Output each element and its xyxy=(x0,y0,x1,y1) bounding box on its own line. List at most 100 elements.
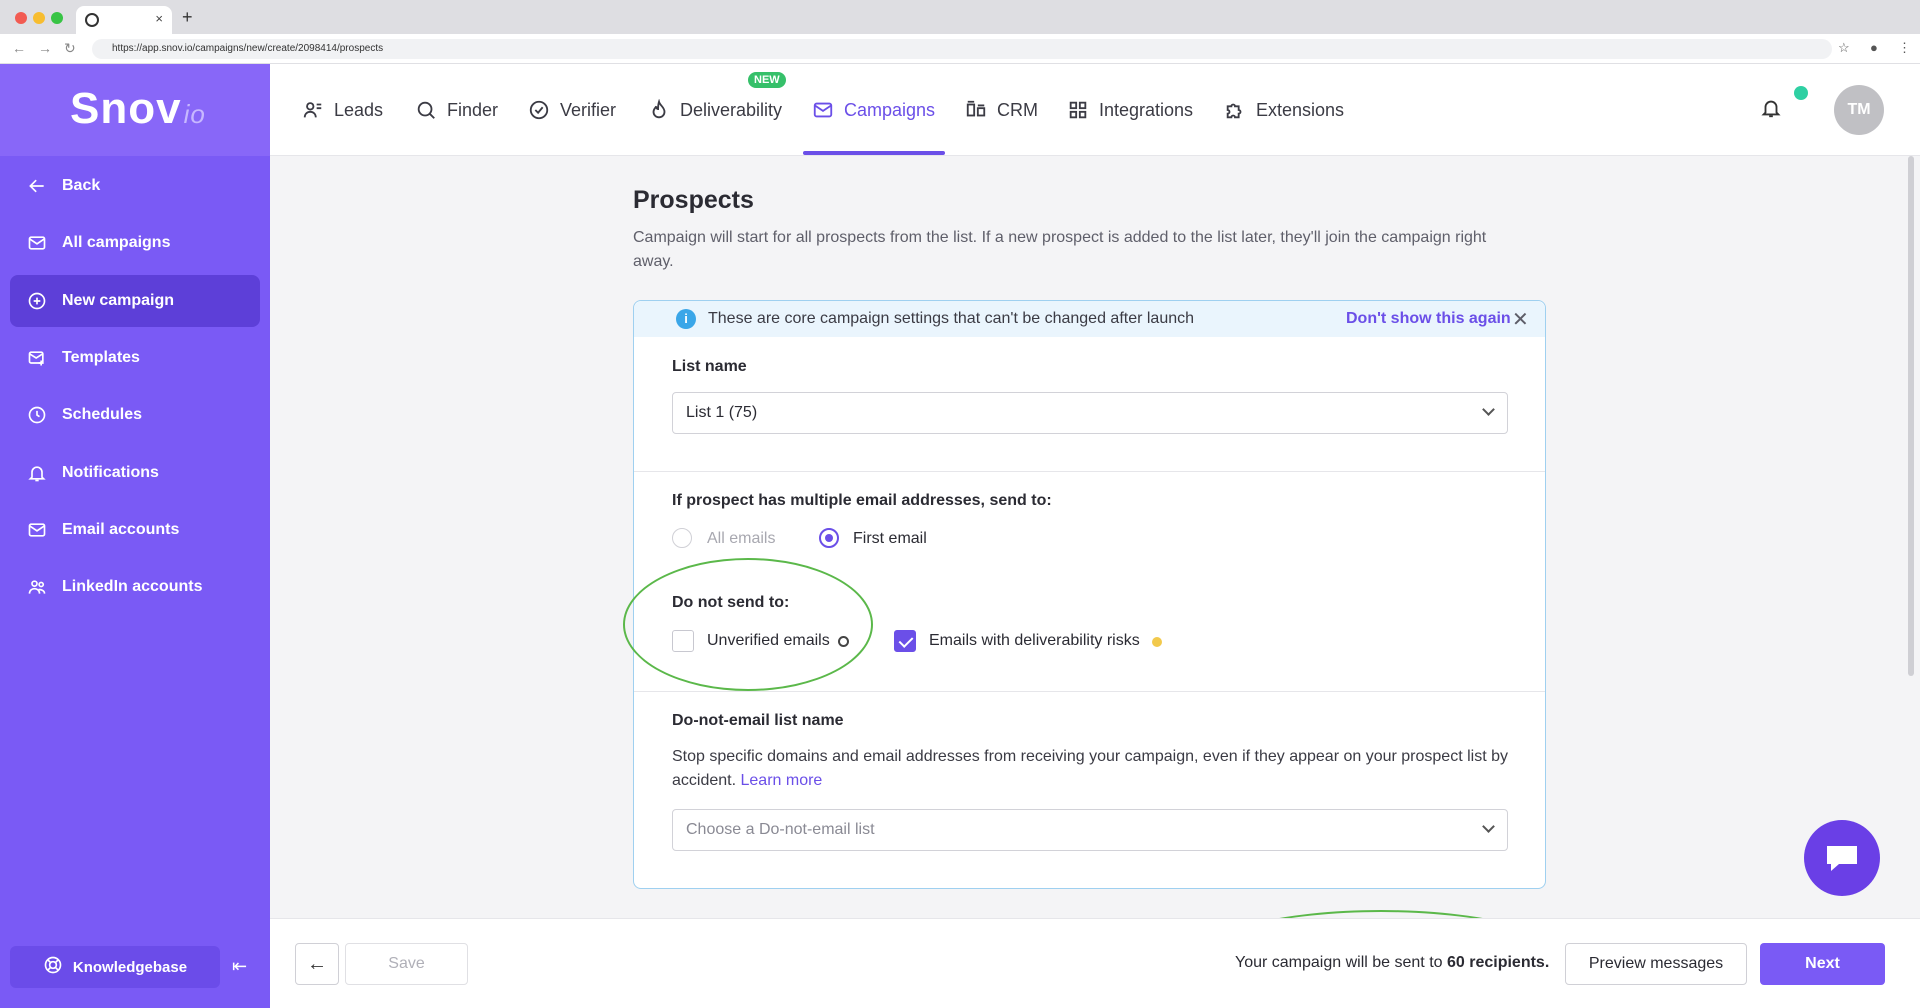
risk-status-dot xyxy=(1152,637,1162,647)
browser-tab[interactable]: × xyxy=(76,6,172,34)
active-tab-indicator xyxy=(803,151,945,155)
all-emails-label: All emails xyxy=(707,530,776,547)
next-button[interactable]: Next xyxy=(1760,943,1885,985)
nav-label: Deliverability xyxy=(680,99,783,120)
back-button[interactable]: ← xyxy=(295,943,339,985)
users-icon xyxy=(26,576,48,598)
puzzle-icon xyxy=(1226,103,1242,119)
dne-placeholder: Choose a Do-not-email list xyxy=(686,821,875,838)
recipients-summary: Your campaign will be sent to 60 recipie… xyxy=(1235,954,1550,971)
divider xyxy=(634,691,1545,692)
learn-more-link[interactable]: Learn more xyxy=(741,772,823,789)
favicon-icon xyxy=(85,13,99,27)
leads-icon xyxy=(303,102,322,118)
page-title: Prospects xyxy=(633,186,754,214)
search-icon xyxy=(417,101,435,119)
preview-messages-button[interactable]: Preview messages xyxy=(1565,943,1747,985)
nav-verifier[interactable]: Verifier xyxy=(528,64,616,156)
nav-label: CRM xyxy=(997,99,1038,120)
nav-crm[interactable]: CRM xyxy=(965,64,1038,156)
info-icon: i xyxy=(676,309,696,329)
all-emails-radio[interactable] xyxy=(672,528,692,548)
nav-label: Integrations xyxy=(1099,99,1194,120)
lifebuoy-icon xyxy=(43,955,63,979)
deliverability-risks-label: Emails with deliverability risks xyxy=(929,632,1140,649)
bell-icon xyxy=(26,462,48,484)
minimize-window-button[interactable] xyxy=(33,12,45,24)
mail-icon xyxy=(813,102,833,118)
sidebar-item-label: Schedules xyxy=(62,406,143,423)
nav-label: Finder xyxy=(447,99,499,120)
nav-campaigns[interactable]: Campaigns xyxy=(812,64,935,156)
collapse-sidebar-icon[interactable]: ⇤ xyxy=(232,956,247,977)
reload-icon[interactable]: ↻ xyxy=(64,40,76,57)
chat-widget-button[interactable] xyxy=(1804,820,1880,896)
mail-icon xyxy=(26,232,48,254)
sidebar-item-email-accounts[interactable]: Email accounts xyxy=(10,504,260,556)
sidebar-item-label: New campaign xyxy=(62,292,175,309)
first-email-radio[interactable] xyxy=(819,528,839,548)
sidebar-item-label: Notifications xyxy=(62,464,159,481)
flame-icon xyxy=(652,99,666,119)
sidebar-item-back[interactable]: Back xyxy=(10,160,260,212)
avatar[interactable]: TM xyxy=(1834,85,1884,135)
address-bar-row: ← → ↻ https://app.snov.io/campaigns/new/… xyxy=(0,34,1920,64)
notification-dot xyxy=(1794,86,1808,100)
browser-tab-bar: × + xyxy=(0,0,1920,34)
browser-back-icon[interactable]: ← xyxy=(12,40,26,56)
crm-icon xyxy=(966,100,986,117)
close-window-button[interactable] xyxy=(15,12,27,24)
url-field[interactable]: https://app.snov.io/campaigns/new/create… xyxy=(92,39,1832,59)
arrow-left-icon: ← xyxy=(307,952,327,975)
dont-show-again-link[interactable]: Don't show this again xyxy=(1346,310,1511,328)
browser-forward-icon[interactable]: → xyxy=(38,40,52,56)
nav-label: Extensions xyxy=(1256,99,1345,120)
maximize-window-button[interactable] xyxy=(51,12,63,24)
footer-bar: ← Save Your campaign will be sent to 60 … xyxy=(270,918,1920,1008)
deliverability-risks-checkbox[interactable] xyxy=(894,630,916,652)
grid-icon xyxy=(1069,101,1087,119)
new-tab-button[interactable]: + xyxy=(182,7,193,28)
chevron-down-icon xyxy=(1482,820,1495,833)
nav-integrations[interactable]: Integrations xyxy=(1067,64,1193,156)
sidebar-item-label: All campaigns xyxy=(62,234,171,251)
chevron-down-icon xyxy=(1482,403,1495,416)
sidebar-item-schedules[interactable]: Schedules xyxy=(10,389,260,441)
sidebar-item-templates[interactable]: Templates xyxy=(10,332,260,384)
save-button[interactable]: Save xyxy=(345,943,468,985)
new-badge: NEW xyxy=(748,72,786,88)
knowledgebase-button[interactable]: Knowledgebase xyxy=(10,946,220,988)
nav-finder[interactable]: Finder xyxy=(415,64,498,156)
sidebar-item-linkedin-accounts[interactable]: LinkedIn accounts xyxy=(10,561,260,613)
first-email-label: First email xyxy=(853,530,927,547)
check-circle-icon xyxy=(529,100,549,120)
highlight-ring-unverified xyxy=(623,558,873,691)
top-nav: Leads Finder Verifier Deliverability NEW… xyxy=(270,64,1920,156)
logo[interactable]: Snovio xyxy=(70,84,206,134)
nav-extensions[interactable]: Extensions xyxy=(1224,64,1344,156)
sidebar-item-all-campaigns[interactable]: All campaigns xyxy=(10,217,260,269)
dne-list-select[interactable]: Choose a Do-not-email list xyxy=(672,809,1508,851)
sidebar-item-notifications[interactable]: Notifications xyxy=(10,447,260,499)
profile-icon[interactable]: ● xyxy=(1870,40,1878,55)
sidebar: Snovio Back All campaigns New campaign T… xyxy=(0,64,270,1008)
sidebar-item-new-campaign[interactable]: New campaign xyxy=(10,275,260,327)
browser-menu-icon[interactable]: ⋮ xyxy=(1898,40,1911,56)
bookmark-star-icon[interactable]: ☆ xyxy=(1838,40,1850,56)
sidebar-item-label: Templates xyxy=(62,349,140,366)
page-scrollbar[interactable] xyxy=(1908,156,1914,676)
dne-list-label: Do-not-email list name xyxy=(672,712,844,729)
sidebar-item-label: Email accounts xyxy=(62,521,180,538)
nav-label: Leads xyxy=(334,99,384,120)
close-icon[interactable]: ✕ xyxy=(1512,307,1529,332)
notifications-bell-icon[interactable] xyxy=(1760,96,1782,125)
clock-icon xyxy=(26,404,48,426)
tab-close-icon[interactable]: × xyxy=(155,11,163,26)
nav-label: Campaigns xyxy=(844,99,936,120)
plus-circle-icon xyxy=(26,290,48,312)
list-name-label: List name xyxy=(672,358,747,375)
page-description: Campaign will start for all prospects fr… xyxy=(633,229,1487,270)
dne-description: Stop specific domains and email addresse… xyxy=(672,748,1508,789)
list-name-select[interactable]: List 1 (75) xyxy=(672,392,1508,434)
nav-leads[interactable]: Leads xyxy=(302,64,383,156)
